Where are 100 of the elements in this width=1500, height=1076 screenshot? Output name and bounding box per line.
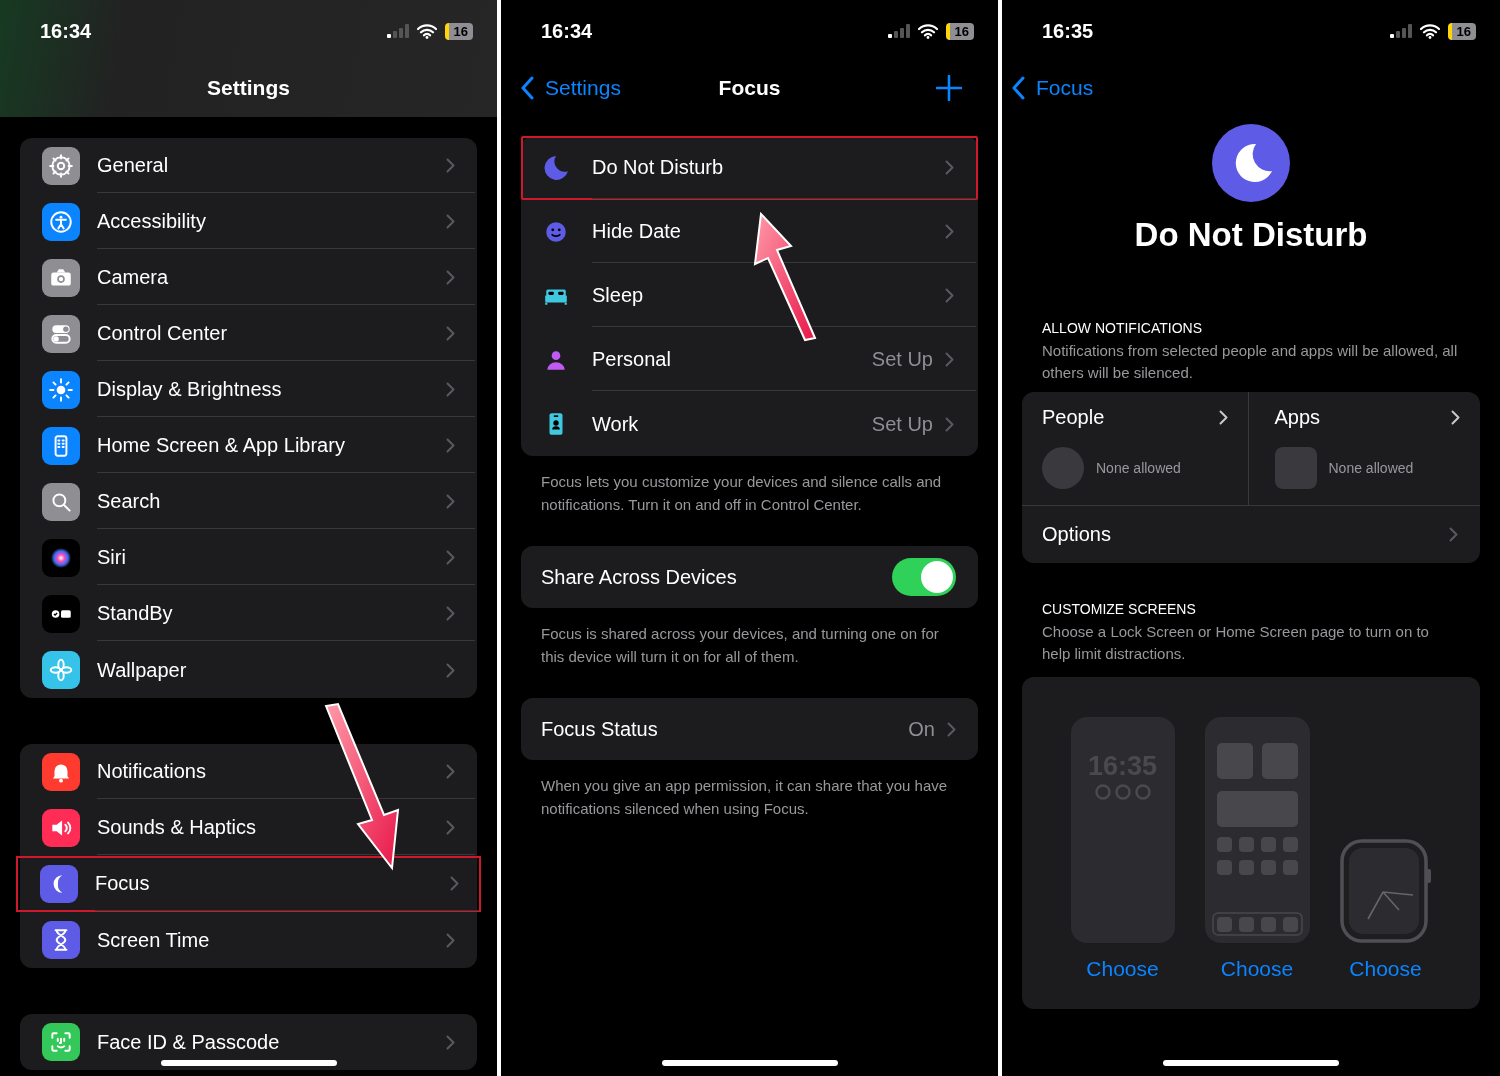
choose-link[interactable]: Choose [1349,957,1422,981]
focus-mode-row[interactable]: Work Set Up [521,392,978,456]
toggle-switch[interactable] [892,558,956,596]
back-button[interactable]: Focus [1012,76,1094,100]
item-label: Camera [97,266,169,289]
mode-label: Personal [592,348,672,371]
item-label: Accessibility [97,210,206,233]
settings-item[interactable]: Focus [16,856,481,912]
chevron-icon [446,382,455,397]
item-label: Sounds & Haptics [97,816,256,839]
battery-level: 16 [1447,22,1476,40]
mode-title: Do Not Disturb [1134,216,1368,254]
settings-item[interactable]: Wallpaper [20,642,477,698]
chevron-icon [945,352,954,367]
chevron-icon [446,494,455,509]
chevron-icon [1451,410,1460,425]
widget-circles-icon [1094,784,1151,800]
settings-item[interactable]: StandBy [20,586,477,642]
wifi-icon [917,23,938,39]
settings-item[interactable]: Control Center [20,306,477,362]
setting-value: On [908,717,935,741]
item-label: Home Screen & App Library [97,434,345,457]
item-label: Focus [95,872,150,895]
chevron-icon [450,876,459,891]
status-time: 16:34 [541,19,593,43]
setting-label: Options [1042,523,1112,546]
item-label: Notifications [97,760,206,783]
item-label: Control Center [97,322,228,345]
item-label: Wallpaper [97,658,187,682]
chevron-icon [1449,527,1458,542]
chevron-icon [446,820,455,835]
screen-title: Focus [718,76,781,100]
mode-label: Hide Date [592,220,682,243]
apps-button[interactable]: Apps None allowed [1247,392,1480,505]
chevron-icon [945,224,954,239]
settings-item[interactable]: General [20,138,477,194]
people-button[interactable]: People None allowed [1022,392,1248,505]
chevron-icon [446,932,455,948]
chevron-icon [945,416,954,432]
settings-item[interactable]: Display & Brightness [20,362,477,418]
chevron-icon [446,158,455,173]
mode-label: Work [592,412,640,436]
wifi-icon [1419,23,1440,39]
avatar-placeholder [1042,447,1084,489]
focus-status-row[interactable]: Focus Status On [521,698,978,760]
chevron-icon [446,326,455,341]
moon-icon [1212,124,1290,202]
chevron-icon [446,662,455,678]
mode-label: Sleep [592,284,645,307]
section-description: Notifications from selected people and apps will be allowed, all others will be silenced. [1042,341,1459,383]
settings-item[interactable]: Accessibility [20,194,477,250]
chevron-icon [947,721,956,737]
choose-link[interactable]: Choose [1220,957,1294,981]
battery-level: 16 [444,22,473,40]
item-label: Display & Brightness [97,378,282,401]
item-label: Search [97,490,161,513]
screen-title: Settings [207,76,290,100]
item-label: General [97,154,169,177]
settings-item[interactable]: Camera [20,250,477,306]
mode-label: Do Not Disturb [592,156,725,179]
app-placeholder [1274,447,1317,489]
mode-value: Set Up [871,348,933,371]
back-chevron-icon [521,76,535,100]
add-icon[interactable] [936,75,962,101]
status-text: None allowed [1328,460,1414,476]
choose-link[interactable]: Choose [1086,957,1159,981]
settings-item[interactable]: Search [20,474,477,530]
settings-item[interactable]: Siri [20,530,477,586]
focus-mode-row[interactable]: Do Not Disturb [521,136,978,200]
chevron-icon [446,1034,455,1050]
settings-item[interactable]: Home Screen & App Library [20,418,477,474]
settings-item[interactable]: Screen Time [20,912,477,968]
setting-label: Focus Status [541,717,659,741]
section-header: CUSTOMIZE SCREENS [1042,601,1197,617]
item-label: Face ID & Passcode [97,1030,280,1054]
signal-icon [386,24,409,38]
chevron-icon [446,550,455,565]
item-label: StandBy [97,602,173,625]
options-row[interactable]: Options [1022,506,1480,563]
back-chevron-icon [1012,76,1026,100]
footer-note: Focus lets you customize your devices and silence calls and notifications. Turn it on and off in Control Center. [541,472,943,515]
chevron-icon [945,160,954,175]
chevron-icon [446,606,455,621]
back-button[interactable]: Settings [521,76,621,100]
status-text: None allowed [1096,460,1181,476]
footer-note: When you give an app permission, it can share that you have notifications silenced when using Focus. [541,776,949,819]
setting-label: Share Across Devices [541,565,738,589]
chevron-icon [446,764,455,779]
footer-note: Focus is shared across your devices, and turning one on for this device will turn it on for all of them. [541,624,940,667]
section-header: ALLOW NOTIFICATIONS [1042,320,1203,336]
item-label: Siri [97,546,126,569]
signal-icon [887,24,910,38]
wifi-icon [416,23,437,39]
chevron-icon [1218,410,1228,425]
chevron-icon [446,438,455,453]
mode-value: Set Up [871,412,933,436]
battery-level: 16 [945,22,974,40]
signal-icon [1389,24,1412,38]
status-time: 16:35 [1042,19,1094,43]
chevron-icon [446,214,455,229]
